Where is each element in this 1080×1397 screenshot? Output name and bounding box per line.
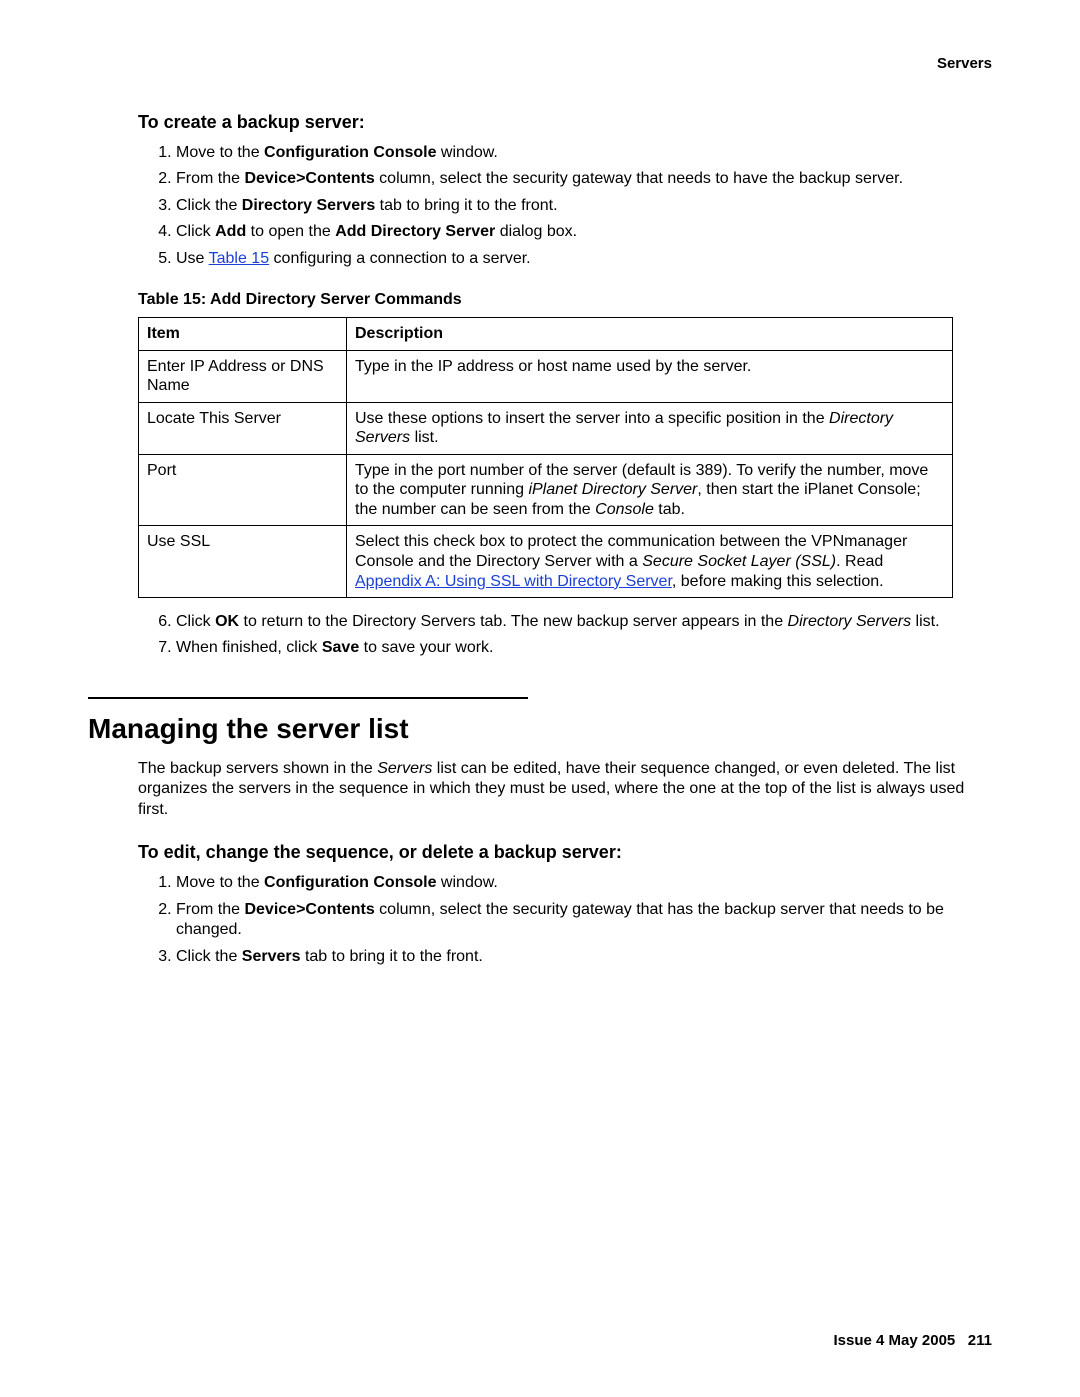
text: , before making this selection.	[672, 573, 884, 590]
table-row: Use SSL Select this check box to protect…	[139, 526, 953, 598]
step: Move to the Configuration Console window…	[176, 143, 992, 163]
col-header-item: Item	[139, 318, 347, 351]
text: list.	[410, 429, 438, 446]
step: Use Table 15 configuring a connection to…	[176, 249, 992, 269]
table-header-row: Item Description	[139, 318, 953, 351]
col-header-description: Description	[347, 318, 953, 351]
bold-text: Configuration Console	[264, 144, 436, 161]
text: Move to the	[176, 144, 264, 161]
italic-text: iPlanet Directory Server	[528, 481, 697, 498]
page-header-right: Servers	[88, 55, 992, 72]
bold-text: OK	[215, 613, 239, 630]
italic-text: Console	[595, 501, 654, 518]
cell-desc: Use these options to insert the server i…	[347, 402, 953, 454]
bold-text: Configuration Console	[264, 874, 436, 891]
section-divider	[88, 697, 528, 699]
italic-text: Secure Socket Layer (SSL)	[642, 553, 836, 570]
cell-desc: Type in the port number of the server (d…	[347, 454, 953, 526]
text: column, select the security gateway that…	[375, 170, 903, 187]
text: to save your work.	[359, 639, 493, 656]
text: . Read	[836, 553, 883, 570]
step: Click the Directory Servers tab to bring…	[176, 196, 992, 216]
table-row: Enter IP Address or DNS Name Type in the…	[139, 350, 953, 402]
body-paragraph: The backup servers shown in the Servers …	[138, 759, 992, 820]
text: to open the	[246, 223, 335, 240]
text: When finished, click	[176, 639, 322, 656]
cell-desc: Select this check box to protect the com…	[347, 526, 953, 598]
step: Click the Servers tab to bring it to the…	[176, 947, 992, 967]
table-row: Locate This Server Use these options to …	[139, 402, 953, 454]
steps-edit-backup: Move to the Configuration Console window…	[134, 873, 992, 967]
bold-text: Device>Contents	[244, 170, 374, 187]
steps-create-backup-cont: Click OK to return to the Directory Serv…	[134, 612, 992, 659]
step: Click Add to open the Add Directory Serv…	[176, 222, 992, 242]
text: Click	[176, 223, 215, 240]
text: Click the	[176, 197, 242, 214]
text: Click	[176, 613, 215, 630]
bold-text: Servers	[242, 948, 301, 965]
cell-item: Enter IP Address or DNS Name	[139, 350, 347, 402]
bold-text: Device>Contents	[244, 901, 374, 918]
footer-issue: Issue 4 May 2005	[834, 1332, 956, 1349]
text: Click the	[176, 948, 242, 965]
text: Use	[176, 250, 209, 267]
text: window.	[436, 144, 497, 161]
heading-managing-server-list: Managing the server list	[88, 713, 992, 745]
text: list.	[911, 613, 939, 630]
text: Use these options to insert the server i…	[355, 410, 829, 427]
text: The backup servers shown in the	[138, 760, 377, 777]
steps-create-backup: Move to the Configuration Console window…	[134, 143, 992, 269]
cell-item: Locate This Server	[139, 402, 347, 454]
table-caption: Table 15: Add Directory Server Commands	[138, 291, 992, 309]
step: From the Device>Contents column, select …	[176, 169, 992, 189]
text: window.	[436, 874, 497, 891]
text: Move to the	[176, 874, 264, 891]
table-add-directory-server: Item Description Enter IP Address or DNS…	[138, 317, 953, 598]
bold-text: Add	[215, 223, 246, 240]
appendix-a-link[interactable]: Appendix A: Using SSL with Directory Ser…	[355, 573, 672, 590]
text: tab to bring it to the front.	[375, 197, 557, 214]
bold-text: Save	[322, 639, 359, 656]
step: From the Device>Contents column, select …	[176, 900, 992, 941]
cell-item: Port	[139, 454, 347, 526]
text: tab.	[654, 501, 685, 518]
text: configuring a connection to a server.	[269, 250, 531, 267]
page: Servers To create a backup server: Move …	[0, 0, 1080, 1397]
bold-text: Add Directory Server	[335, 223, 495, 240]
text: dialog box.	[495, 223, 577, 240]
step: Move to the Configuration Console window…	[176, 873, 992, 893]
table-15-link[interactable]: Table 15	[209, 250, 270, 267]
page-footer: Issue 4 May 2005 211	[834, 1332, 992, 1349]
text: From the	[176, 901, 244, 918]
italic-text: Servers	[377, 760, 432, 777]
cell-desc: Type in the IP address or host name used…	[347, 350, 953, 402]
text: to return to the Directory Servers tab. …	[239, 613, 787, 630]
cell-item: Use SSL	[139, 526, 347, 598]
bold-text: Directory Servers	[242, 197, 375, 214]
text: From the	[176, 170, 244, 187]
italic-text: Directory Servers	[788, 613, 912, 630]
table-row: Port Type in the port number of the serv…	[139, 454, 953, 526]
section-title-create-backup: To create a backup server:	[138, 112, 992, 133]
text: tab to bring it to the front.	[301, 948, 483, 965]
step: When finished, click Save to save your w…	[176, 638, 992, 658]
footer-page-number: 211	[968, 1332, 992, 1349]
step: Click OK to return to the Directory Serv…	[176, 612, 992, 632]
section-title-edit-backup: To edit, change the sequence, or delete …	[138, 842, 992, 863]
